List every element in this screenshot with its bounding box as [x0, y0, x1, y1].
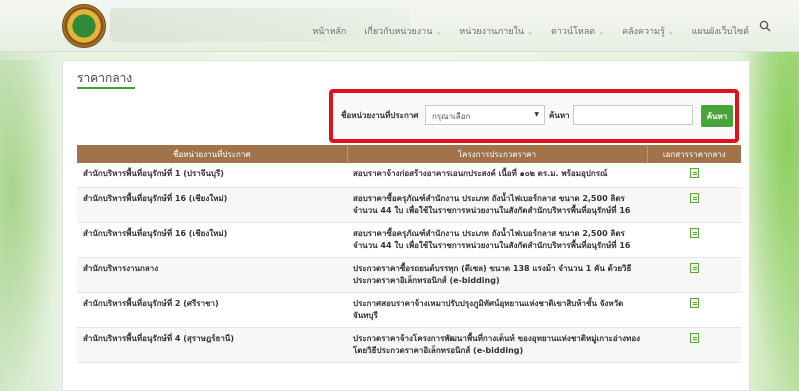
title-underline	[77, 87, 135, 89]
nav-downloads[interactable]: ดาวน์โหลด ⌄	[551, 24, 604, 38]
row-agency: สำนักบริหารพื้นที่อนุรักษ์ที่ 16 (เชียงใ…	[77, 222, 347, 258]
nav-sitemap[interactable]: แผนผังเว็บไซต์	[692, 24, 749, 38]
row-agency: สำนักบริหารงานกลาง	[77, 257, 347, 293]
background-decoration-left	[0, 60, 60, 391]
nav-internal-units[interactable]: หน่วยงานภายใน ⌄	[459, 24, 533, 38]
header-agency: ชื่อหน่วยงานที่ประกาศ	[77, 145, 348, 163]
table-row: สำนักบริหารงานกลาง ประกวดราคาซื้อรถยนต์บ…	[77, 257, 741, 293]
keyword-label: ค้นหา	[549, 111, 570, 120]
chevron-down-icon: ⌄	[435, 28, 442, 36]
nav-knowledge[interactable]: คลังความรู้ ⌄	[622, 24, 674, 38]
table-row: สำนักบริหารพื้นที่อนุรักษ์ที่ 16 (เชียงใ…	[77, 222, 741, 258]
agency-label: ชื่อหน่วยงานที่ประกาศ	[341, 111, 419, 120]
table-row: สำนักบริหารพื้นที่อนุรักษ์ที่ 16 (เชียงใ…	[77, 187, 741, 223]
row-agency: สำนักบริหารพื้นที่อนุรักษ์ที่ 2 (ศรีราชา…	[77, 292, 347, 328]
document-icon[interactable]	[689, 168, 699, 178]
row-agency: สำนักบริหารพื้นที่อนุรักษ์ที่ 1 (ปราจีนบ…	[77, 163, 347, 188]
filter-form: ชื่อหน่วยงานที่ประกาศ กรุณาเลือก ▼ ค้นหา…	[329, 89, 739, 143]
document-icon[interactable]	[689, 298, 699, 308]
table-row: สำนักบริหารพื้นที่อนุรักษ์ที่ 4 (สุราษฎร…	[77, 327, 741, 363]
site-logo[interactable]	[62, 4, 106, 48]
nav-home[interactable]: หน้าหลัก	[312, 24, 346, 38]
table-row: สำนักบริหารพื้นที่อนุรักษ์ที่ 1 (ปราจีนบ…	[77, 163, 741, 188]
nav-about[interactable]: เกี่ยวกับหน่วยงาน ⌄	[364, 24, 441, 38]
content-panel: ราคากลาง ชื่อหน่วยงานที่ประกาศ กรุณาเลือ…	[62, 60, 750, 391]
agency-select[interactable]: กรุณาเลือก ▼	[425, 105, 545, 125]
row-project[interactable]: สอบราคาจ้างก่อสร้างอาคารเอนกประสงค์ เนื้…	[347, 163, 647, 188]
chevron-down-icon: ⌄	[527, 28, 533, 36]
row-project[interactable]: สอบราคาซื้อครุภัณฑ์สำนักงาน ประเภท ถังน้…	[347, 187, 647, 223]
chevron-down-icon: ⌄	[598, 28, 605, 36]
chevron-down-icon: ⌄	[667, 28, 674, 36]
table-row: สำนักบริหารพื้นที่อนุรักษ์ที่ 2 (ศรีราชา…	[77, 292, 741, 328]
row-project[interactable]: ประกาศสอบราคาจ้างเหมาปรับปรุงภูมิทัศน์อุ…	[347, 292, 647, 328]
main-nav: หน้าหลัก เกี่ยวกับหน่วยงาน ⌄ หน่วยงานภายใ…	[312, 24, 749, 38]
search-button[interactable]: ค้นหา	[701, 105, 733, 127]
dropdown-caret-icon: ▼	[534, 111, 539, 118]
row-agency: สำนักบริหารพื้นที่อนุรักษ์ที่ 4 (สุราษฎร…	[77, 327, 347, 363]
row-agency: สำนักบริหารพื้นที่อนุรักษ์ที่ 16 (เชียงใ…	[77, 187, 347, 223]
agency-select-value: กรุณาเลือก	[432, 112, 471, 121]
header-project: โครงการประกวดราคา	[347, 145, 648, 163]
document-icon[interactable]	[689, 193, 699, 203]
document-icon[interactable]	[689, 333, 699, 343]
row-project[interactable]: สอบราคาซื้อครุภัณฑ์สำนักงาน ประเภท ถังน้…	[347, 222, 647, 258]
search-icon[interactable]	[759, 20, 773, 34]
keyword-input[interactable]	[573, 105, 693, 125]
document-icon[interactable]	[689, 263, 699, 273]
price-table: ชื่อหน่วยงานที่ประกาศ โครงการประกวดราคา …	[77, 145, 741, 363]
table-header-row: ชื่อหน่วยงานที่ประกาศ โครงการประกวดราคา …	[77, 145, 741, 163]
row-project[interactable]: ประกวดราคาจ้างโครงการพัฒนาพื้นที่กางเต็น…	[347, 327, 647, 363]
top-navbar: หน้าหลัก เกี่ยวกับหน่วยงาน ⌄ หน่วยงานภายใ…	[0, 0, 799, 52]
header-document: เอกสารราคากลาง	[647, 145, 741, 163]
page-title: ราคากลาง	[77, 71, 133, 85]
row-project[interactable]: ประกวดราคาซื้อรถยนต์บรรทุก (ดีเซล) ขนาด …	[347, 257, 647, 293]
document-icon[interactable]	[689, 228, 699, 238]
